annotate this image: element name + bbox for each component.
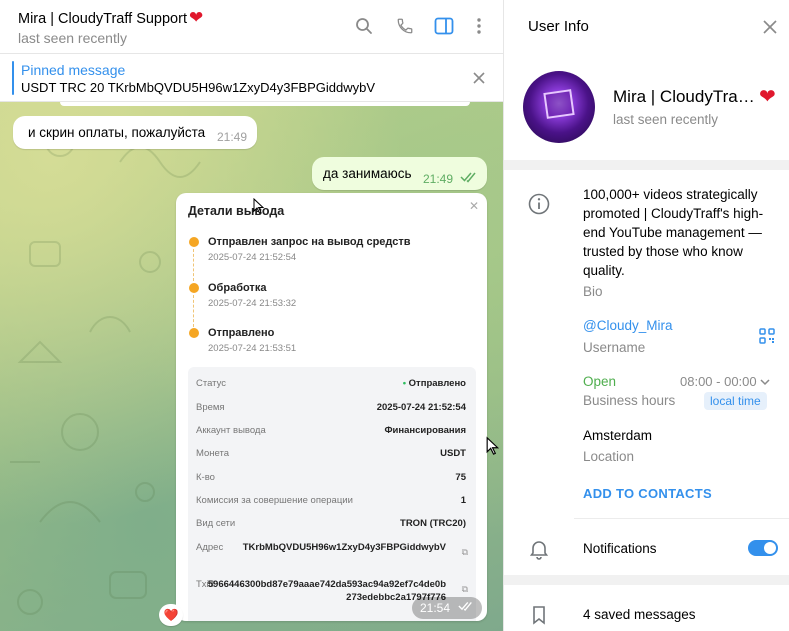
card-time-badge: 21:54 xyxy=(412,597,482,619)
chat-header[interactable]: Mira | CloudyTraff Support ❤ last seen re… xyxy=(0,0,503,54)
pinned-text: USDT TRC 20 TKrbMbQVDU5H96w1ZxyD4y3FBPGi… xyxy=(21,80,376,95)
step-date: 2025-07-24 21:53:32 xyxy=(208,298,297,309)
user-info-panel: User Info Mira | CloudyTraff Support ❤ l… xyxy=(503,0,789,631)
read-checks-icon xyxy=(458,600,474,615)
panel-title: User Info xyxy=(528,18,589,35)
step-line xyxy=(193,295,194,327)
section-divider xyxy=(504,575,789,585)
step-date: 2025-07-24 21:52:54 xyxy=(208,252,297,263)
row-label: Аккаунт вывода xyxy=(196,425,266,436)
step-line xyxy=(193,249,194,281)
profile-name: Mira | CloudyTraff Support xyxy=(613,87,758,106)
withdrawal-details-card[interactable]: Детали вывода ✕ Отправлен запрос на выво… xyxy=(176,193,487,621)
close-icon[interactable] xyxy=(761,18,779,36)
pinned-message[interactable]: Pinned message USDT TRC 20 TKrbMbQVDU5H9… xyxy=(0,54,503,102)
sidebar-toggle-icon[interactable] xyxy=(433,15,455,37)
avatar[interactable] xyxy=(523,71,595,143)
row-label: Монета xyxy=(196,448,230,459)
message-text: и скрин оплаты, пожалуйста xyxy=(28,125,206,140)
step-date: 2025-07-24 21:53:51 xyxy=(208,343,297,354)
step-title: Отправлен запрос на вывод средств xyxy=(208,236,411,248)
row-value: TRON (TRC20) xyxy=(400,518,466,529)
open-status: Open xyxy=(583,374,617,389)
hours-value: 08:00 - 00:00 xyxy=(680,374,757,389)
info-icon xyxy=(528,193,550,220)
hours-label: Business hours xyxy=(583,393,676,408)
divider xyxy=(574,518,789,519)
copy-icon: ⧉ xyxy=(461,547,468,557)
chat-title[interactable]: Mira | CloudyTraff Support ❤ xyxy=(18,8,203,28)
row-label: Время xyxy=(196,402,225,413)
row-label: К-во xyxy=(196,472,215,483)
notifications-toggle[interactable] xyxy=(748,540,778,556)
username-label: Username xyxy=(583,340,646,355)
phone-icon[interactable] xyxy=(394,15,416,37)
bio-label: Bio xyxy=(583,284,603,299)
address-value: TKrbMbQVDU5H96w1ZxyD4y3FBPGiddwybV xyxy=(242,542,446,553)
location-label: Location xyxy=(583,449,635,464)
pinned-bar xyxy=(12,61,14,95)
pinned-label: Pinned message xyxy=(21,62,126,78)
avatar-logo xyxy=(543,89,575,119)
bell-icon xyxy=(528,538,550,565)
read-checks-icon xyxy=(460,171,478,186)
business-hours[interactable]: 08:00 - 00:00 xyxy=(680,374,770,389)
add-to-contacts-button[interactable]: ADD TO CONTACTS xyxy=(583,486,712,501)
qr-code-icon[interactable] xyxy=(759,328,775,349)
mouse-cursor-icon xyxy=(486,436,500,461)
search-icon[interactable] xyxy=(353,15,375,37)
toggle-knob xyxy=(764,542,776,554)
chat-status: last seen recently xyxy=(18,30,127,46)
message-time: 21:49 xyxy=(216,130,247,144)
step-title: Обработка xyxy=(208,282,267,294)
location: Amsterdam xyxy=(583,428,653,443)
heart-icon: ❤ xyxy=(188,8,204,27)
heart-reaction[interactable]: ❤️ xyxy=(159,604,183,626)
section-divider xyxy=(504,160,789,170)
step-dot xyxy=(189,283,199,293)
row-label: Статус xyxy=(196,378,227,389)
row-value: 75 xyxy=(455,472,466,483)
bio-text: 100,000+ videos strategically promoted |… xyxy=(583,187,764,278)
details-table: Статус • Отправлено Время 2025-07-24 21:… xyxy=(188,367,476,621)
incoming-message[interactable]: и скрин оплаты, пожалуйста 21:49 xyxy=(13,116,257,149)
previous-message-stub xyxy=(60,102,470,106)
step-title: Отправлено xyxy=(208,327,275,339)
close-icon: ✕ xyxy=(468,199,479,213)
txid-value: 5966446300bd87e79aaae742da593ac94a92ef7c… xyxy=(207,579,446,603)
chat-title-text: Mira | CloudyTraff Support xyxy=(18,11,187,27)
row-value: 2025-07-24 21:52:54 xyxy=(376,402,466,413)
more-icon[interactable] xyxy=(468,15,490,37)
saved-messages[interactable]: 4 saved messages xyxy=(583,607,696,622)
local-time-badge[interactable]: local time xyxy=(704,392,767,410)
copy-icon: ⧉ xyxy=(461,584,468,594)
step-dot xyxy=(189,328,199,338)
row-value: 1 xyxy=(460,495,466,506)
message-time: 21:49 xyxy=(422,172,453,186)
username[interactable]: @Cloudy_Mira xyxy=(583,318,672,333)
bookmark-icon xyxy=(528,604,550,631)
heart-icon: ❤ xyxy=(759,86,776,108)
card-title: Детали вывода xyxy=(188,204,285,218)
row-value: USDT xyxy=(440,448,466,459)
close-icon[interactable] xyxy=(469,68,489,88)
message-time: 21:54 xyxy=(420,601,451,615)
message-text: да занимаюсь xyxy=(323,166,412,181)
profile-status: last seen recently xyxy=(613,112,719,127)
chevron-down-icon xyxy=(760,374,770,389)
outgoing-message[interactable]: да занимаюсь 21:49 xyxy=(312,157,487,190)
status-value: Отправлено xyxy=(408,378,466,389)
mouse-cursor-icon xyxy=(253,197,265,219)
row-value: Финансирования xyxy=(384,425,466,436)
row-value: • Отправлено xyxy=(403,378,466,389)
row-label: Комиссия за совершение операции xyxy=(196,495,353,506)
row-label: Вид сети xyxy=(196,518,236,529)
step-dot xyxy=(189,237,199,247)
notifications-label: Notifications xyxy=(583,541,657,556)
chat-panel: Mira | CloudyTraff Support ❤ last seen re… xyxy=(0,0,503,631)
